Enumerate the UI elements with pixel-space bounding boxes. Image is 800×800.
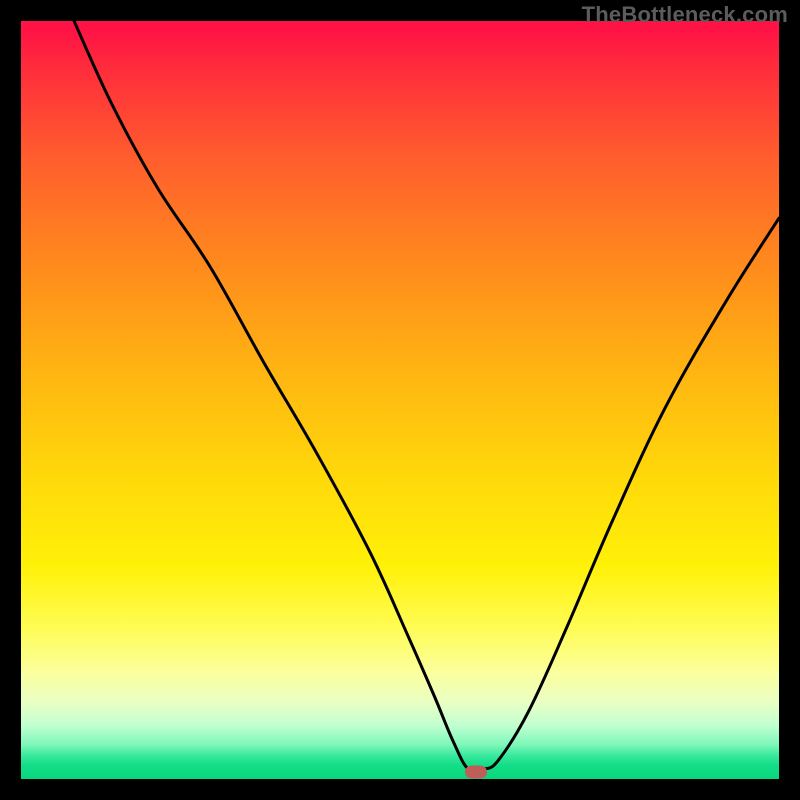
bottleneck-curve [74, 21, 779, 772]
curve-layer [21, 21, 779, 779]
chart-frame: TheBottleneck.com [0, 0, 800, 800]
watermark-text: TheBottleneck.com [582, 2, 788, 28]
min-marker [465, 766, 487, 779]
